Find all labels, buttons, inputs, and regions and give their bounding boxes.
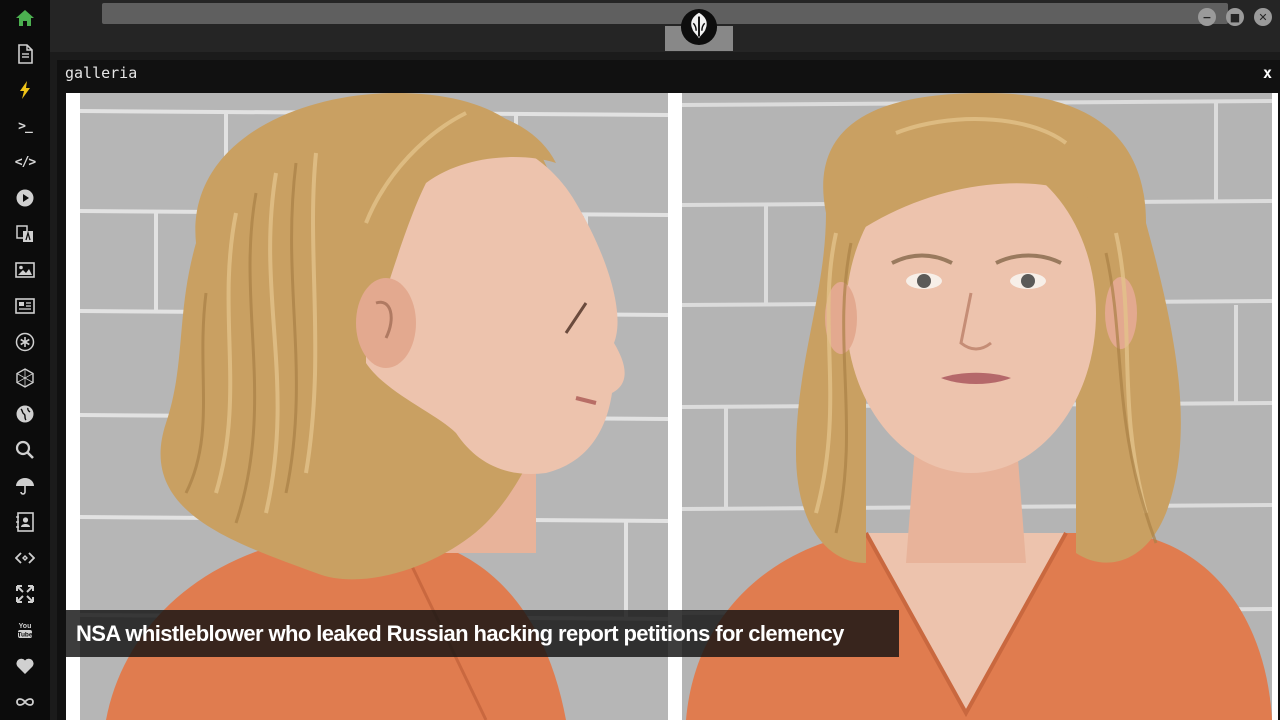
close-icon: ✕: [1258, 10, 1268, 24]
contact-icon[interactable]: [13, 510, 37, 534]
rebel-alliance-icon: [680, 8, 718, 46]
search-icon[interactable]: [13, 438, 37, 462]
home-icon[interactable]: [13, 6, 37, 30]
asterisk-icon[interactable]: [13, 330, 37, 354]
code-icon[interactable]: </>: [13, 150, 37, 174]
document-icon[interactable]: [13, 42, 37, 66]
address-bar[interactable]: [102, 3, 1228, 24]
image-caption: NSA whistleblower who leaked Russian hac…: [66, 610, 899, 657]
minimize-button[interactable]: −: [1198, 8, 1216, 26]
caption-text: NSA whistleblower who leaked Russian hac…: [76, 620, 844, 646]
terminal-icon[interactable]: >_: [13, 114, 37, 138]
infinity-icon[interactable]: [13, 690, 37, 714]
youtube-icon[interactable]: You Tube: [13, 618, 37, 642]
minimize-icon: −: [1202, 10, 1212, 24]
image-icon[interactable]: [13, 258, 37, 282]
news-icon[interactable]: [13, 294, 37, 318]
icon-sidebar: >_ </> You Tube: [0, 0, 50, 720]
umbrella-icon[interactable]: [13, 474, 37, 498]
window-close-button[interactable]: x: [1263, 64, 1272, 82]
logo-tab[interactable]: [665, 8, 733, 51]
expand-icon[interactable]: [13, 582, 37, 606]
embed-icon[interactable]: [13, 546, 37, 570]
globe-icon[interactable]: [13, 402, 37, 426]
code-glyph: </>: [14, 154, 37, 170]
heart-icon[interactable]: [13, 654, 37, 678]
terminal-glyph: >_: [18, 118, 33, 134]
svg-text:Tube: Tube: [17, 632, 32, 639]
maximize-icon: ■: [1229, 10, 1241, 24]
hexagon-icon[interactable]: [13, 366, 37, 390]
window-title: galleria: [65, 64, 138, 82]
svg-text:You: You: [19, 623, 32, 630]
maximize-button[interactable]: ■: [1226, 8, 1244, 26]
lightning-icon[interactable]: [13, 78, 37, 102]
close-window-button[interactable]: ✕: [1254, 8, 1272, 26]
play-icon[interactable]: [13, 186, 37, 210]
translate-icon[interactable]: [13, 222, 37, 246]
top-bar: − ■ ✕: [50, 0, 1280, 52]
